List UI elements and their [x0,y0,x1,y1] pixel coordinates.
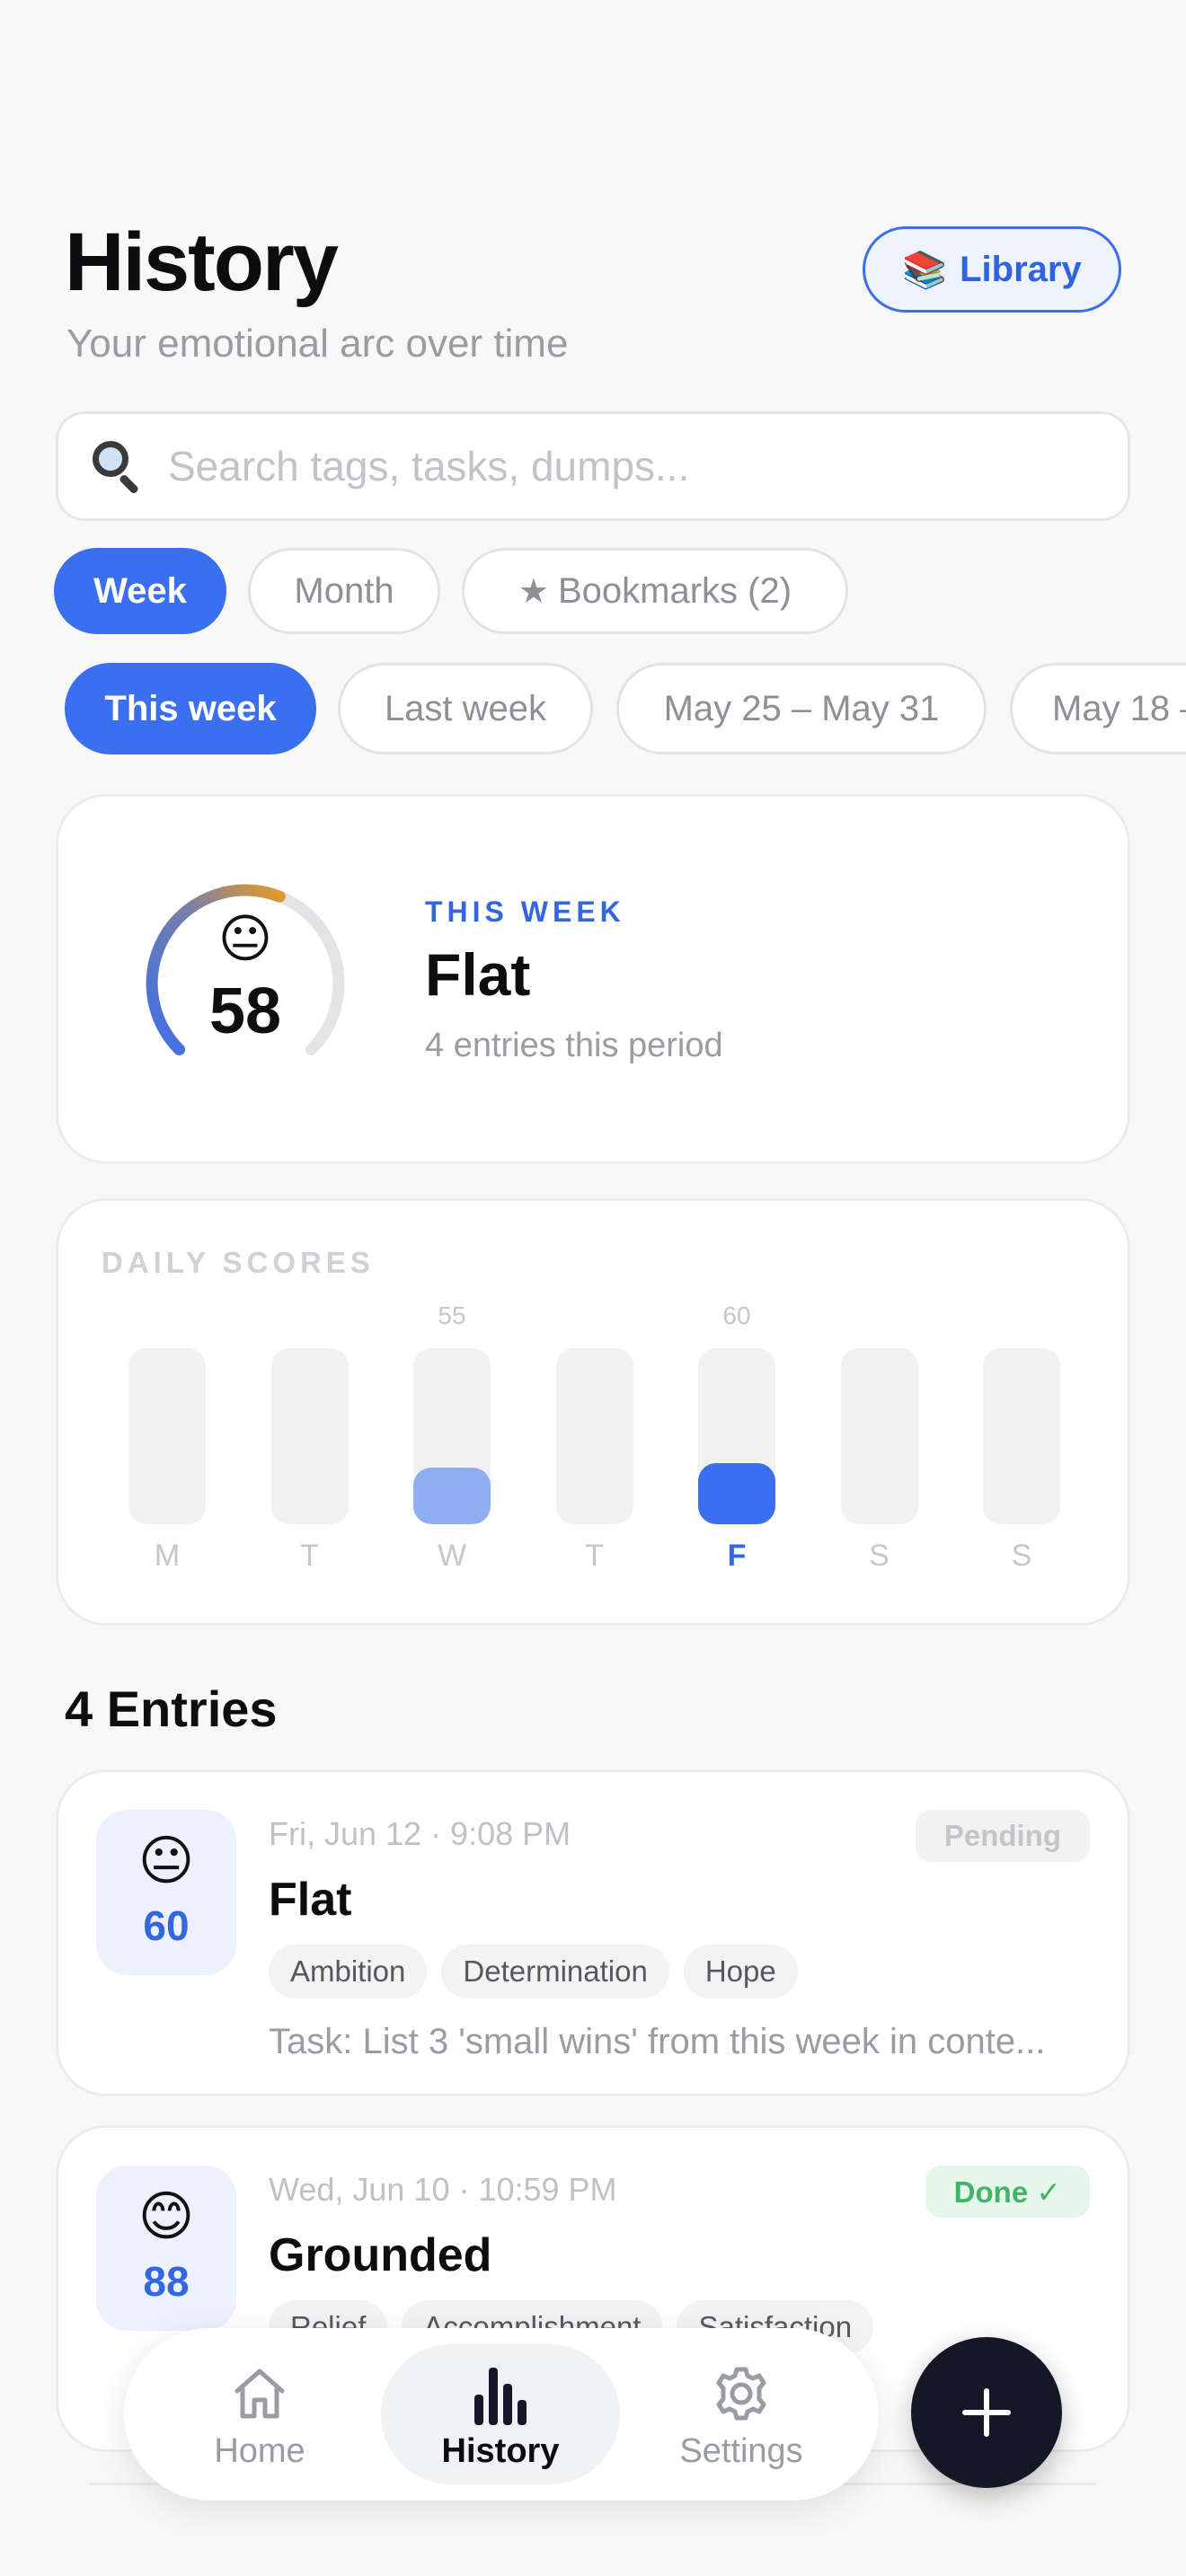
nav-home-label: Home [214,2432,305,2470]
daily-bar-6: S [983,1301,1060,1573]
daily-scores-card: DAILY SCORES M T 55 W T 60 F S S [56,1198,1130,1626]
period-entry-count: 4 entries this period [425,1027,723,1064]
entry-score-box: 😊 88 [96,2166,236,2331]
period-label: THIS WEEK [425,895,625,928]
bar-fill [413,1468,491,1524]
bar-track [698,1348,775,1524]
tag[interactable]: Ambition [269,1945,428,1998]
books-icon: 📚 [902,250,948,290]
library-button[interactable]: 📚 Library [863,226,1121,313]
bar-day-label: T [585,1539,604,1573]
period-tab-last-week[interactable]: Last week [338,663,593,754]
plus-icon [962,2388,1011,2437]
bar-day-label: W [437,1539,467,1573]
period-tab-may-25[interactable]: May 25 – May 31 [616,663,987,754]
nav-history[interactable]: History [381,2344,620,2484]
daily-bar-4: 60 F [698,1301,775,1573]
daily-bar-1: T [270,1301,349,1573]
tab-bookmarks-label: Bookmarks (2) [558,570,792,611]
status-badge: Pending [915,1810,1090,1862]
entry-date: Wed, Jun 10 · 10:59 PM [269,2171,617,2208]
search-icon [89,439,143,495]
page-title: History [65,216,339,308]
bar-fill [698,1462,775,1524]
period-tab-may-18[interactable]: May 18 – May 24 [1010,663,1186,754]
daily-bar-0: M [128,1301,206,1573]
bar-value-label [983,1301,1060,1334]
bar-day-label: S [1011,1539,1032,1573]
status-badge: Done ✓ [925,2166,1090,2218]
tab-week[interactable]: Week [54,548,226,634]
entry-score: 88 [143,2258,190,2305]
tab-bookmarks[interactable]: ★ Bookmarks (2) [462,548,848,634]
bar-track [413,1348,491,1524]
bar-value-label [841,1301,918,1334]
bar-track [840,1348,918,1524]
nav-history-label: History [441,2432,560,2470]
entries-heading: 4 Entries [65,1681,278,1737]
add-entry-button[interactable] [911,2337,1062,2488]
nav-settings-label: Settings [679,2432,803,2470]
period-tab-this-week[interactable]: This week [65,663,316,754]
period-tab-label: May 18 – May 24 [1052,688,1186,728]
gear-icon [622,2364,861,2423]
entry-emoji: 😐 [137,1831,195,1891]
entry-tags: Ambition Determination Hope [269,1945,798,1998]
home-icon [140,2364,379,2423]
library-button-label: Library [960,249,1082,289]
history-screen: History Your emotional arc over time 📚 L… [0,0,1186,2576]
summary-card: 😐 58 THIS WEEK Flat 4 entries this perio… [56,794,1130,1164]
mood-emoji: 😐 [217,910,273,968]
entry-score: 60 [143,1902,190,1949]
bottom-nav: Home History Settings [124,2328,879,2501]
bar-day-label: T [300,1539,319,1573]
bar-value-label [271,1301,349,1334]
bar-day-label: F [727,1539,747,1573]
nav-settings[interactable]: Settings [622,2344,861,2484]
bar-value-label [556,1301,633,1334]
daily-bar-2: 55 W [413,1301,491,1573]
search-bar[interactable] [56,411,1130,521]
period-tab-label: Last week [384,688,547,728]
entry-score-box: 😐 60 [96,1810,236,1975]
period-tab-label: This week [104,688,277,728]
entry-card[interactable]: 😐 60 Fri, Jun 12 · 9:08 PM Pending Flat … [56,1769,1130,2096]
entry-mood: Flat [269,1874,352,1926]
bar-value-label: 60 [722,1301,751,1329]
entry-date: Fri, Jun 12 · 9:08 PM [269,1815,571,1852]
period-mood: Flat [425,941,531,1008]
bar-value-label [128,1301,206,1334]
daily-bar-3: T [555,1301,633,1573]
bar-track [555,1348,633,1524]
entry-mood: Grounded [269,2229,492,2281]
entry-task: Task: List 3 'small wins' from this week… [269,2022,1046,2061]
mood-score: 58 [208,975,282,1047]
nav-home[interactable]: Home [140,2344,379,2484]
bar-day-label: M [154,1539,181,1573]
page-subtitle: Your emotional arc over time [66,322,569,366]
search-input[interactable] [168,442,1067,490]
tag[interactable]: Hope [683,1945,798,1998]
tab-week-label: Week [93,570,187,611]
bar-track [983,1348,1060,1524]
mood-gauge: 😐 58 [137,876,353,1073]
tag[interactable]: Determination [441,1945,669,1998]
bar-day-label: S [869,1539,890,1573]
bar-track [128,1348,206,1524]
entry-emoji: 😊 [137,2186,195,2246]
tab-month-label: Month [294,570,394,611]
daily-bar-5: S [840,1301,918,1573]
bar-chart-icon [381,2364,620,2425]
star-icon: ★ [518,572,549,611]
bar-value-label: 55 [438,1301,466,1329]
tab-month[interactable]: Month [248,548,440,634]
period-tab-label: May 25 – May 31 [663,688,940,728]
daily-scores-title: DAILY SCORES [102,1246,375,1279]
bar-track [270,1348,349,1524]
